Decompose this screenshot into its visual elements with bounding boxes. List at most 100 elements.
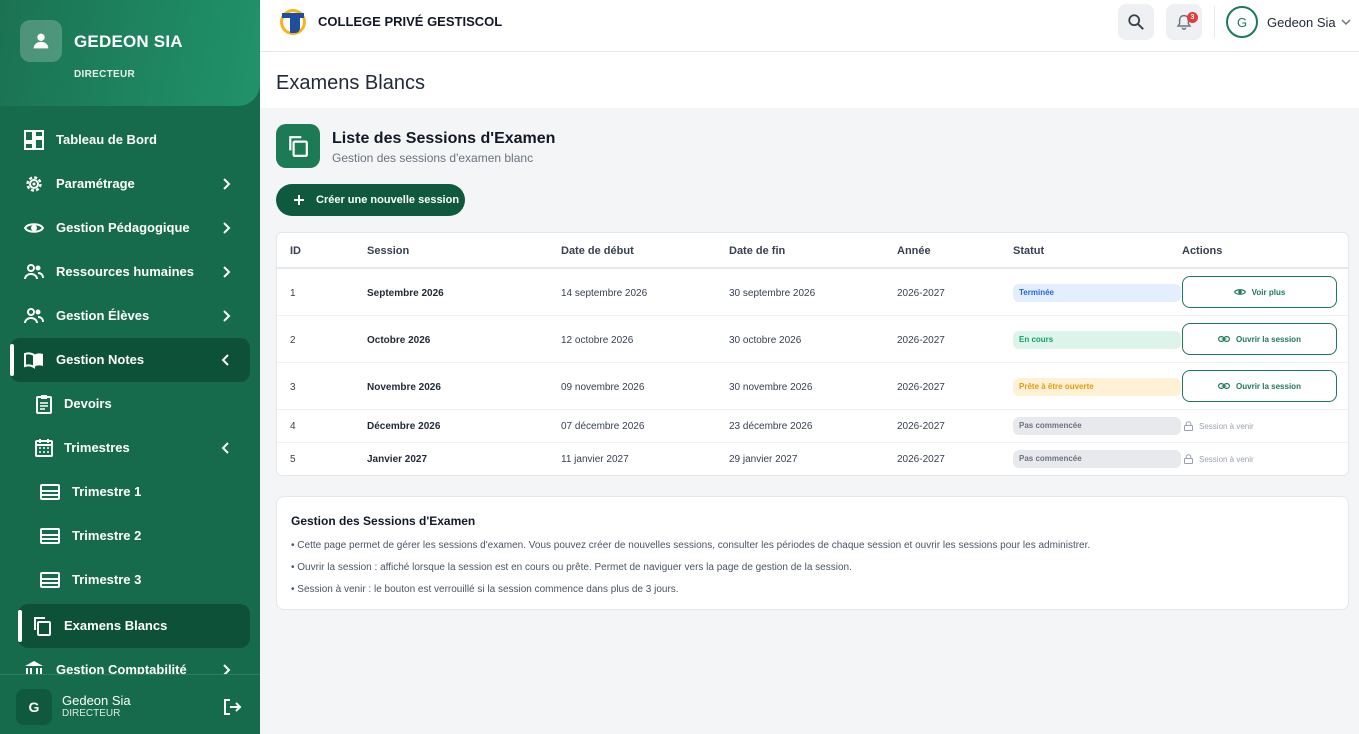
page-title-bar: Examens Blancs xyxy=(260,52,1359,108)
sidebar-item-ressources-humaines[interactable]: Ressources humaines xyxy=(10,250,250,294)
sidebar-item-tableau-de-bord[interactable]: Tableau de Bord xyxy=(10,118,250,162)
layers-icon xyxy=(40,484,60,500)
cell-year: 2026-2027 xyxy=(897,382,945,393)
chevron-left-icon xyxy=(221,442,229,454)
cell-year: 2026-2027 xyxy=(897,454,945,465)
cell-start: 11 janvier 2027 xyxy=(561,454,629,465)
chevron-left-icon xyxy=(221,354,229,366)
create-session-button[interactable]: Créer une nouvelle session xyxy=(276,184,465,216)
cell-id: 1 xyxy=(290,288,296,299)
status-badge: Pas commencée xyxy=(1013,450,1181,468)
sidebar-item-parametrage[interactable]: Paramétrage xyxy=(10,162,250,206)
sidebar-item-label: Trimestre 1 xyxy=(72,484,142,499)
cell-start: 07 décembre 2026 xyxy=(561,421,645,432)
cell-session: Septembre 2026 xyxy=(367,288,444,299)
session-locked-indicator: Session à venir xyxy=(1184,421,1254,431)
cell-year: 2026-2027 xyxy=(897,288,945,299)
profile-name: GEDEON SIA xyxy=(74,32,183,51)
sidebar-item-trimestre-2[interactable]: Trimestre 2 xyxy=(10,514,250,558)
sidebar-item-label: Gestion Élèves xyxy=(56,308,150,323)
cell-session: Décembre 2026 xyxy=(367,421,441,432)
cell-end: 29 janvier 2027 xyxy=(729,454,798,465)
eye-icon xyxy=(1233,289,1246,295)
lock-icon xyxy=(1184,421,1193,431)
sidebar-item-trimestre-1[interactable]: Trimestre 1 xyxy=(10,470,250,514)
sidebar-item-examens-blancs[interactable]: Examens Blancs xyxy=(18,604,250,648)
cell-session: Janvier 2027 xyxy=(367,454,428,465)
chevron-right-icon xyxy=(223,178,231,190)
session-locked-indicator: Session à venir xyxy=(1184,454,1254,464)
table-header-year: Année xyxy=(897,245,931,257)
status-badge: Pas commencée xyxy=(1013,417,1181,435)
notifications-button[interactable]: 3 xyxy=(1166,4,1202,40)
sidebar-item-label: Trimestre 2 xyxy=(72,528,142,543)
notification-badge: 3 xyxy=(1187,12,1198,23)
search-icon xyxy=(1128,14,1144,30)
sidebar-item-devoirs[interactable]: Devoirs xyxy=(10,382,250,426)
cell-session: Novembre 2026 xyxy=(367,382,441,393)
layers-icon xyxy=(40,572,60,588)
table-row: 2 Octobre 2026 12 octobre 2026 30 octobr… xyxy=(277,316,1348,363)
sidebar-item-label: Gestion Notes xyxy=(56,352,145,367)
open-session-button[interactable]: Ouvrir la session xyxy=(1182,370,1337,402)
action-label: Ouvrir la session xyxy=(1236,334,1301,344)
table-header-session: Session xyxy=(367,245,410,257)
copy-icon xyxy=(276,124,320,168)
logout-icon[interactable] xyxy=(222,697,242,717)
lock-icon xyxy=(1184,454,1193,464)
user-avatar-icon xyxy=(20,20,62,62)
info-line: • Session à venir : le bouton est verrou… xyxy=(291,584,679,595)
create-session-label: Créer une nouvelle session xyxy=(316,194,460,206)
cell-id: 5 xyxy=(290,454,296,465)
avatar: G xyxy=(16,689,52,725)
copy-icon xyxy=(34,617,51,636)
table-row: 4 Décembre 2026 07 décembre 2026 23 déce… xyxy=(277,410,1348,443)
sessions-table: ID Session Date de début Date de fin Ann… xyxy=(276,232,1349,476)
calendar-icon xyxy=(35,439,53,457)
sidebar-item-gestion-notes[interactable]: Gestion Notes xyxy=(10,338,250,382)
section-subtitle: Gestion des sessions d'examen blanc xyxy=(332,151,534,165)
sidebar-item-label: Tableau de Bord xyxy=(56,132,157,147)
cell-end: 30 novembre 2026 xyxy=(729,382,813,393)
sidebar-item-label: Paramétrage xyxy=(56,176,135,191)
table-row: 1 Septembre 2026 14 septembre 2026 30 se… xyxy=(277,269,1348,316)
sidebar-item-gestion-eleves[interactable]: Gestion Élèves xyxy=(10,294,250,338)
page-title: Examens Blancs xyxy=(276,72,425,94)
table-header-id: ID xyxy=(290,245,301,257)
cell-session: Octobre 2026 xyxy=(367,335,431,346)
view-more-button[interactable]: Voir plus xyxy=(1182,276,1337,308)
cell-year: 2026-2027 xyxy=(897,335,945,346)
cell-start: 14 septembre 2026 xyxy=(561,288,648,299)
sidebar-item-label: Devoirs xyxy=(64,396,112,411)
user-menu[interactable]: G Gedeon Sia xyxy=(1226,6,1352,38)
gear-icon xyxy=(26,176,42,192)
search-button[interactable] xyxy=(1118,4,1154,40)
cell-start: 12 octobre 2026 xyxy=(561,335,634,346)
chevron-right-icon xyxy=(223,266,231,278)
sidebar-item-trimestres[interactable]: Trimestres xyxy=(10,426,250,470)
dashboard-icon xyxy=(24,130,44,150)
cell-year: 2026-2027 xyxy=(897,421,945,432)
sidebar: GEDEON SIA DIRECTEUR Tableau de Bord Par… xyxy=(0,0,260,734)
sidebar-item-gestion-pedagogique[interactable]: Gestion Pédagogique xyxy=(10,206,250,250)
section-title: Liste des Sessions d'Examen xyxy=(332,130,556,147)
table-header-end: Date de fin xyxy=(729,245,786,257)
info-title: Gestion des Sessions d'Examen xyxy=(291,514,476,528)
sidebar-item-label: Trimestre 3 xyxy=(72,572,142,587)
info-card: Gestion des Sessions d'Examen • Cette pa… xyxy=(276,496,1349,610)
book-icon xyxy=(24,352,43,369)
cell-end: 30 septembre 2026 xyxy=(729,288,816,299)
open-session-button[interactable]: Ouvrir la session xyxy=(1182,323,1337,355)
avatar: G xyxy=(1226,6,1258,38)
action-label: Session à venir xyxy=(1199,421,1254,431)
cell-end: 23 décembre 2026 xyxy=(729,421,813,432)
sidebar-footer: G Gedeon Sia DIRECTEUR xyxy=(0,674,260,734)
status-badge: Prête à être ouverte xyxy=(1013,378,1181,396)
cell-id: 2 xyxy=(290,335,296,346)
link-icon xyxy=(1218,383,1231,389)
action-label: Ouvrir la session xyxy=(1236,381,1301,391)
chevron-right-icon xyxy=(223,310,231,322)
layers-icon xyxy=(40,528,60,544)
top-bar: COLLEGE PRIVÉ GESTISCOL 3 G Gedeon Sia xyxy=(260,0,1359,52)
sidebar-item-trimestre-3[interactable]: Trimestre 3 xyxy=(10,558,250,602)
